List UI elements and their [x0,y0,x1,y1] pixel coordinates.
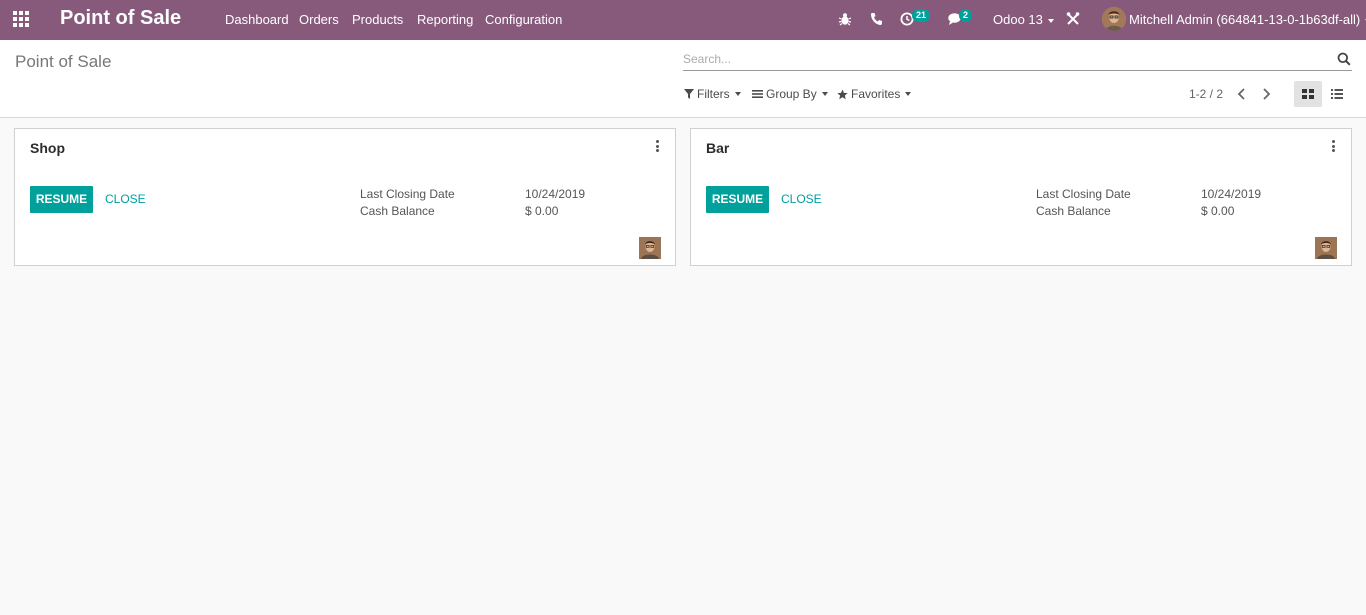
resume-button[interactable]: RESUME [30,186,93,213]
menu-reporting[interactable]: Reporting [417,12,473,27]
top-navbar: Point of Sale Dashboard Orders Products … [0,0,1366,40]
list-view-button[interactable] [1323,81,1351,107]
user-menu[interactable]: Mitchell Admin (664841-13-0-1b63df-all) [1129,12,1366,27]
pos-card-shop[interactable]: Shop RESUME CLOSE Last Closing Date 10/2… [14,128,676,266]
filters-dropdown[interactable]: Filters [684,87,741,101]
close-button[interactable]: CLOSE [105,192,146,206]
cash-balance-label: Cash Balance [360,204,435,218]
last-closing-date-value: 10/24/2019 [1201,187,1262,201]
responsible-avatar [639,237,661,259]
chevron-down-icon [905,92,912,96]
debug-bug-icon[interactable] [837,11,855,29]
last-closing-date-label: Last Closing Date [360,187,455,201]
app-title: Point of Sale [60,7,182,29]
chevron-down-icon [821,92,828,96]
apps-menu-icon[interactable] [13,11,31,29]
group-by-label: Group By [766,87,817,101]
kanban-grid-icon [1302,89,1314,99]
cash-balance-value: $ 0.00 [525,204,559,218]
bars-icon [752,90,763,98]
pager-previous-icon[interactable] [1235,86,1249,102]
cash-balance-label: Cash Balance [1036,204,1111,218]
company-switcher[interactable]: Odoo 13 [993,12,1054,27]
chevron-down-icon [1047,18,1054,23]
cash-balance-value: $ 0.00 [1201,204,1235,218]
pager-next-icon[interactable] [1259,86,1273,102]
last-closing-date-value: 10/24/2019 [525,187,586,201]
responsible-avatar [1315,237,1337,259]
breadcrumb: Point of Sale [15,52,112,71]
card-title: Shop [30,140,65,156]
control-panel: Point of Sale Filters Group By Favorites… [0,40,1366,118]
message-count-badge: 2 [959,9,973,22]
activity-count-badge: 21 [912,9,931,22]
search-input[interactable] [683,51,1323,67]
company-name: Odoo 13 [993,12,1043,27]
filters-label: Filters [697,87,730,101]
menu-dashboard[interactable]: Dashboard [225,12,289,27]
pager-value[interactable]: 1-2 / 2 [1189,87,1223,101]
favorites-label: Favorites [851,87,901,101]
card-dropdown-icon[interactable] [1331,140,1337,154]
tools-wrench-icon[interactable] [1066,11,1084,29]
list-icon [1331,89,1343,99]
menu-products[interactable]: Products [352,12,403,27]
last-closing-date-label: Last Closing Date [1036,187,1131,201]
resume-button[interactable]: RESUME [706,186,769,213]
card-dropdown-icon[interactable] [655,140,661,154]
card-title: Bar [706,140,730,156]
chevron-down-icon [734,92,741,96]
user-avatar[interactable] [1102,7,1126,31]
phone-icon[interactable] [869,11,887,29]
close-button[interactable]: CLOSE [781,192,822,206]
funnel-icon [684,89,694,99]
star-icon [837,88,848,99]
group-by-dropdown[interactable]: Group By [752,87,828,101]
search-icon[interactable] [1337,52,1351,66]
pos-card-bar[interactable]: Bar RESUME CLOSE Last Closing Date 10/24… [690,128,1352,266]
menu-configuration[interactable]: Configuration [485,12,562,27]
search-bar [683,49,1352,71]
favorites-dropdown[interactable]: Favorites [837,87,912,101]
menu-orders[interactable]: Orders [299,12,339,27]
kanban-view-button[interactable] [1294,81,1322,107]
user-name-label: Mitchell Admin (664841-13-0-1b63df-all) [1129,12,1361,27]
